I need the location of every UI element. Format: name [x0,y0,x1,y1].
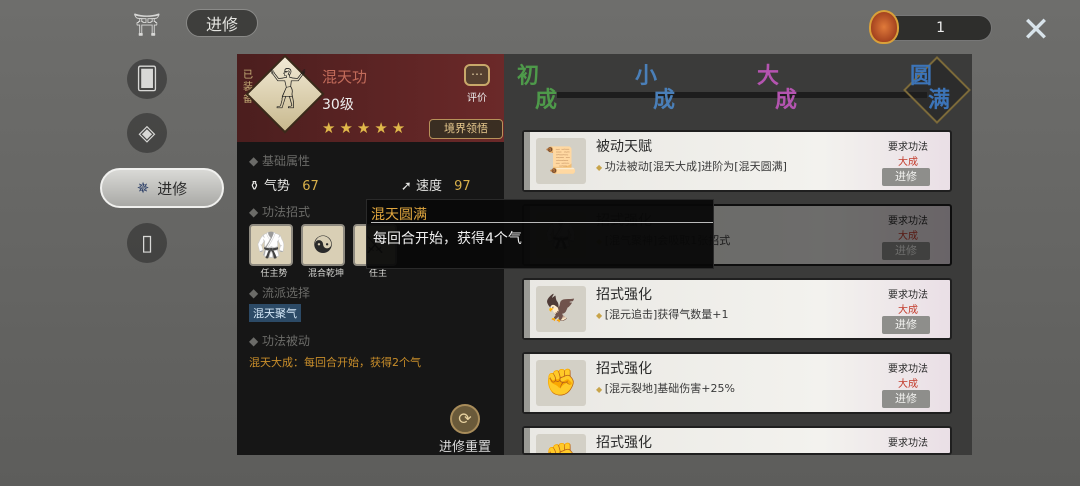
section-moves: ◆ 功法招式 [249,205,311,219]
close-x-icon: ✕ [1021,10,1051,50]
page-title: 进修 [186,9,258,37]
phone-card-icon: ▯ [127,223,167,263]
fist-icon: ✊ [536,434,586,453]
nav-cards-button[interactable]: 🂠 [122,58,172,100]
card-requirement: 要求功法 大成 [888,290,928,316]
temple-icon: ⛩ [133,12,161,38]
currency-orb-icon [869,10,899,44]
card-desc: [混元追击]获得气数量+1 [596,306,729,322]
wings-icon: 🦅 [536,286,586,332]
card-desc: [混元裂地]基础伤害+25% [596,380,735,396]
upgrade-card: 📜 被动天赋 功法被动[混天大成]进阶为[混天圆满] 要求功法大成 进修 [522,130,952,192]
skill-header: 已装备 𓀠 混天功 30级 ★★★★★ 境界领悟 ⋯ 评价 [237,54,504,142]
nav-progress-button[interactable]: ✵ 进修 [100,168,224,208]
stat2-value: 97 [454,179,471,194]
reset-label: 进修重置 [438,440,491,455]
card-title: 招式强化 [596,287,652,303]
evaluate-button[interactable]: ⋯ 评价 [459,64,495,108]
tooltip-desc: 每回合开始，获得4个气 [373,231,522,247]
skill-figure-icon: 𓀠 [268,72,308,118]
upgrade-button[interactable]: 进修 [882,168,930,186]
upgrade-button[interactable]: 进修 [882,316,930,334]
nav-temple-button[interactable]: ⛩ [122,4,172,46]
strike-icon: ✊ [536,360,586,406]
nav-progress-label: 进修 [157,179,188,198]
upgrade-card: ✊ 招式强化 要求功法 [522,426,952,455]
card-requirement: 要求功法 大成 [888,216,928,242]
card-requirement: 要求功法 大成 [888,364,928,390]
skill-level: 30级 [322,97,354,113]
speed-icon: ➚ [400,179,412,194]
move-card[interactable]: ☯ [301,224,345,266]
progress-icon: ✵ [136,179,150,197]
stats-row: ⚱ 气势 67 ➚ 速度 97 [249,175,494,194]
chat-icon: ⋯ [464,64,490,86]
section-flow: ◆ 流派选择 [249,286,311,300]
nav-phone-button[interactable]: ▯ [122,222,172,264]
stage-line [557,92,927,98]
stage-major: 大成 [757,63,798,113]
nav-shield-button[interactable]: ◈ [122,112,172,154]
move-label: 任主势 [260,269,288,279]
meditation-icon: ☯ [312,231,334,259]
section-passive: ◆ 功法被动 [249,334,311,348]
scroll-icon: 📜 [536,138,586,184]
skill-stars: ★★★★★ [322,119,410,137]
stage-track: 初成 小成 大成 圆满 [517,56,971,126]
cards-icon: 🂠 [127,59,167,99]
currency-display: 1 [869,10,992,44]
move-label: 混合乾坤 [307,269,344,279]
realm-insight-button[interactable]: 境界领悟 [429,119,503,139]
evaluate-label: 评价 [467,93,487,104]
card-title: 招式强化 [596,435,652,451]
currency-value: 1 [936,20,945,36]
card-requirement: 要求功法 大成 [888,142,928,168]
stage-beginner: 初成 [517,63,558,113]
stat1-label: 气势 [264,179,291,194]
card-title: 被动天赋 [596,139,652,155]
upgrade-button[interactable]: 进修 [882,390,930,408]
momentum-icon: ⚱ [249,179,260,194]
upgrade-card: 🦅 招式强化 [混元追击]获得气数量+1 要求功法大成 进修 [522,278,952,340]
card-shield-icon: ◈ [127,113,167,153]
card-title: 招式强化 [596,361,652,377]
upgrade-card: ✊ 招式强化 [混元裂地]基础伤害+25% 要求功法大成 进修 [522,352,952,414]
flow-tag[interactable]: 混天聚气 [249,304,301,322]
stage-perfect: 圆满 [910,63,951,113]
passive-text: 混天大成：每回合开始，获得2个气 [249,356,421,369]
card-desc: 功法被动[混天大成]进阶为[混天圆满] [596,158,787,174]
close-button[interactable]: ✕ [1016,12,1056,48]
skill-tooltip: 混天圆满 每回合开始，获得4个气 [366,199,714,269]
stage-minor: 小成 [635,63,676,113]
section-base-attributes: ◆ 基础属性 [249,154,311,168]
tooltip-title: 混天圆满 [371,207,427,223]
move-card[interactable]: 🥋 [249,224,293,266]
reset-button[interactable]: ⟳ 进修重置 [433,404,497,455]
stat2-label: 速度 [415,179,442,194]
skill-name: 混天功 [322,68,368,86]
refresh-icon: ⟳ [450,404,480,434]
upgrade-button[interactable]: 进修 [882,242,930,260]
fighter-icon: 🥋 [256,231,286,259]
stat1-value: 67 [302,179,319,194]
card-requirement: 要求功法 [888,438,928,449]
